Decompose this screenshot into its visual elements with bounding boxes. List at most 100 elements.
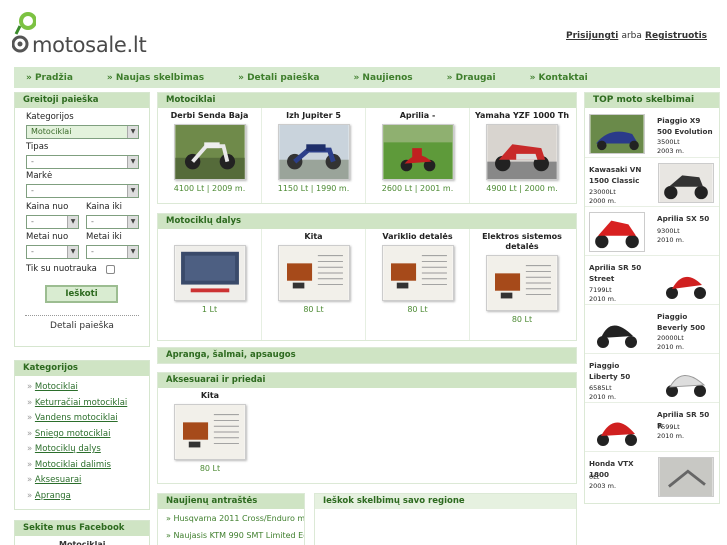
top-ad-photo[interactable] [589,408,645,448]
top-ad-item[interactable]: Aprilia SX 50 9300Lt 2010 m. [585,208,719,256]
top-ad-name[interactable]: Kawasaki VN 1500 Classic [589,164,653,186]
nav-home[interactable]: » Pradžia [26,73,73,83]
top-ad-item[interactable]: Piaggio Liberty 50 6585Lt 2010 m. [585,355,719,403]
parts-title[interactable]: Motociklų dalys [158,214,576,229]
listing-photo[interactable] [277,245,350,301]
listing-card[interactable]: Derbi Senda Baja 4100 Lt | 2009 m. [158,108,262,203]
listing-card[interactable]: Elektros sistemos detalės 80 Lt [470,229,574,340]
motorcycles-title[interactable]: Motociklai [158,93,576,108]
top-ad-photo[interactable] [589,114,645,154]
news-item[interactable]: » Husqvarna 2011 Cross/Enduro mod [158,509,304,529]
top-ad-item[interactable]: Piaggio X9 500 Evolution 3500Lt 2003 m. [585,110,719,158]
top-ad-photo[interactable] [589,310,645,350]
listing-photo[interactable] [277,124,350,180]
top-ad-name[interactable]: Aprilia SX 50 [657,213,717,224]
year-from-select[interactable]: - ▼ [26,245,79,259]
year-to-select[interactable]: - ▼ [86,245,139,259]
category-item[interactable]: » Apranga [27,491,149,507]
advanced-search-link[interactable]: Detali paieška [15,321,149,331]
category-link[interactable]: Sniego motociklai [35,429,111,439]
top-ad-price: 7599Lt [657,423,680,431]
top-ad-photo[interactable] [658,163,714,203]
top-ad-item[interactable]: Honda VTX 1800 0Lt 2003 m. [585,453,719,501]
category-select[interactable]: Motociklai ▼ [26,125,139,139]
category-link[interactable]: Motociklų dalys [35,444,101,454]
top-ad-photo[interactable] [589,212,645,252]
photo-only-checkbox[interactable] [106,265,115,274]
listing-card[interactable]: Kita 80 Lt [158,388,262,483]
apparel-title[interactable]: Apranga, šalmai, apsaugos [158,348,576,363]
top-ad-photo[interactable] [658,359,714,399]
listing-card[interactable]: Izh Jupiter 5 1150 Lt | 1990 m. [262,108,366,203]
bullet-icon: » [27,397,33,408]
category-item[interactable]: » Keturračiai motociklai [27,398,149,414]
top-ad-item[interactable]: Aprilia SR 50 R 7599Lt 2010 m. [585,404,719,452]
top-ad-item[interactable]: Piaggio Beverly 500 20000Lt 2010 m. [585,306,719,354]
nav-contacts[interactable]: » Kontaktai [530,73,588,83]
top-ad-photo[interactable] [658,261,714,301]
category-item[interactable]: » Motociklų dalys [27,444,149,460]
listing-photo[interactable] [173,245,246,301]
brand-select[interactable]: - ▼ [26,184,139,198]
price-from-select[interactable]: - ▼ [26,215,79,229]
motorcycles-section: Motociklai Derbi Senda Baja 4100 Lt | 20… [157,92,577,204]
listing-name[interactable]: Derbi Senda Baja [158,111,261,121]
category-link[interactable]: Vandens motociklai [35,413,118,423]
listing-name[interactable]: Variklio detalės [366,232,469,242]
top-ad-name[interactable]: Piaggio X9 500 Evolution [657,115,717,137]
listing-photo[interactable] [381,245,454,301]
nav-new-ad[interactable]: » Naujas skelbimas [107,73,204,83]
top-ad-year: 2010 m. [589,295,617,303]
category-link[interactable]: Aksesuarai [35,475,81,485]
listing-photo[interactable] [174,404,246,460]
login-link[interactable]: Prisijungti [566,31,618,41]
listing-name[interactable] [158,232,261,242]
type-select[interactable]: - ▼ [26,155,139,169]
chevron-down-icon: ▼ [127,185,138,197]
listing-card[interactable]: Kita 80 Lt [262,229,366,340]
category-item[interactable]: » Aksesuarai [27,475,149,491]
listing-photo[interactable] [173,124,246,180]
listing-photo[interactable] [486,255,558,311]
search-button[interactable]: Ieškoti [45,285,118,303]
listing-name[interactable]: Elektros sistemos detalės [470,232,574,252]
listing-card[interactable]: 1 Lt [158,229,262,340]
listing-card[interactable]: Yamaha YZF 1000 Th 4900 Lt | 2000 m. [470,108,574,203]
category-link[interactable]: Motociklai [35,382,78,392]
listing-card[interactable]: Aprilia - 2600 Lt | 2001 m. [366,108,470,203]
listing-photo[interactable] [486,124,558,180]
category-item[interactable]: » Motociklai dalimis [27,460,149,476]
category-item[interactable]: » Sniego motociklai [27,429,149,445]
top-ad-name[interactable]: Piaggio Beverly 500 [657,311,717,333]
listing-photo[interactable] [381,124,454,180]
bullet-icon: » [27,413,33,423]
category-link[interactable]: Keturračiai motociklai [35,398,127,408]
nav-advanced-search[interactable]: » Detali paieška [238,73,319,83]
nav-news[interactable]: » Naujienos [353,73,412,83]
listing-name[interactable]: Izh Jupiter 5 [262,111,365,121]
top-ad-price: 7199Lt [589,286,612,294]
top-ad-name[interactable]: Piaggio Liberty 50 [589,360,649,382]
site-logo[interactable]: motosale.lt [12,10,152,58]
news-item[interactable]: » Naujasis KTM 990 SMT Limited Editi [158,529,304,543]
top-ad-name[interactable]: Aprilia SR 50 Street [589,262,653,284]
listing-name[interactable]: Kita [158,391,262,401]
listing-name[interactable]: Kita [262,232,365,242]
register-link[interactable]: Registruotis [645,31,707,41]
category-link[interactable]: Apranga [35,491,71,501]
category-item[interactable]: » Motociklai [27,382,149,398]
listing-card[interactable]: Variklio detalės 80 Lt [366,229,470,340]
accessories-title[interactable]: Aksesuarai ir priedai [158,373,576,388]
listing-name[interactable]: Aprilia - [366,111,469,121]
price-to-label: Kaina iki [86,202,122,212]
listing-price: 1150 Lt | 1990 m. [277,184,350,193]
top-ad-item[interactable]: Aprilia SR 50 Street 7199Lt 2010 m. [585,257,719,305]
listing-price: 1 Lt [201,305,218,314]
price-to-select[interactable]: - ▼ [86,215,139,229]
category-link[interactable]: Motociklai dalimis [35,460,111,470]
top-ad-photo[interactable] [658,457,714,497]
top-ad-item[interactable]: Kawasaki VN 1500 Classic 23000Lt 2000 m. [585,159,719,207]
nav-friends[interactable]: » Draugai [447,73,496,83]
listing-name[interactable]: Yamaha YZF 1000 Th [470,111,574,121]
category-item[interactable]: » Vandens motociklai [27,413,149,429]
